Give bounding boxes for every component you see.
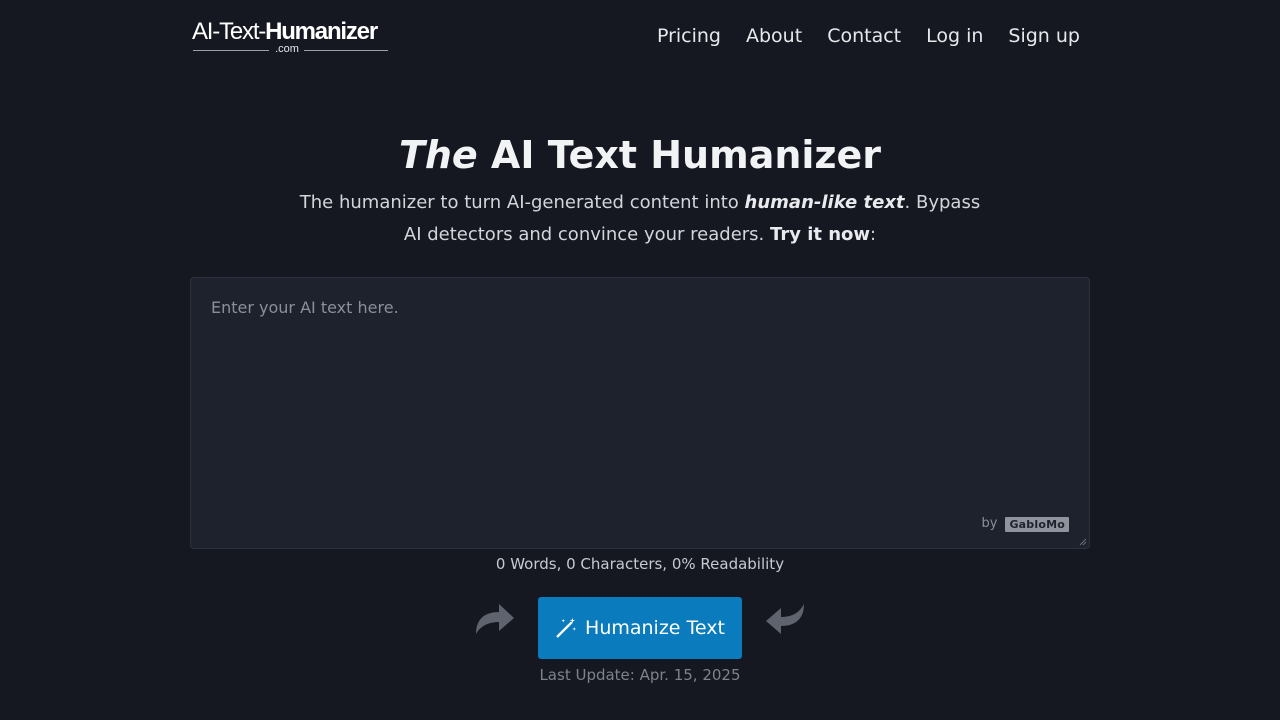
logo-rule-left <box>193 50 269 51</box>
subtitle-part1: The humanizer to turn AI-generated conte… <box>299 192 745 213</box>
site-header: AI-Text-Humanizer .com Pricing About Con… <box>0 0 1280 72</box>
gablomo-logo: GabloMo <box>1005 516 1069 532</box>
logo-domain: .com <box>275 43 299 55</box>
resize-handle-icon[interactable] <box>1079 538 1087 546</box>
nav-login[interactable]: Log in <box>926 22 983 50</box>
humanize-button-label: Humanize Text <box>585 617 725 639</box>
nav-pricing[interactable]: Pricing <box>657 22 721 50</box>
nav-signup[interactable]: Sign up <box>1008 22 1080 50</box>
last-update: Last Update: Apr. 15, 2025 <box>539 666 741 684</box>
nav-about[interactable]: About <box>746 22 802 50</box>
page-subtitle: The humanizer to turn AI-generated conte… <box>290 187 990 251</box>
ai-text-input[interactable] <box>191 278 1089 548</box>
title-rest: AI Text Humanizer <box>477 133 882 177</box>
attribution[interactable]: by GabloMo <box>981 516 1069 532</box>
subtitle-emphasis: human-like text <box>744 192 905 213</box>
logo-text-part2: Humanizer <box>265 18 378 45</box>
logo-rule-right <box>304 50 388 51</box>
curved-arrow-left-icon <box>766 604 804 634</box>
page-title: The AI Text Humanizer <box>0 130 1280 180</box>
nav-contact[interactable]: Contact <box>827 22 901 50</box>
text-stats: 0 Words, 0 Characters, 0% Readability <box>495 555 785 573</box>
ai-text-editor: by GabloMo <box>190 277 1090 549</box>
subtitle-end: : <box>870 224 877 245</box>
page: AI-Text-Humanizer .com Pricing About Con… <box>0 0 1280 720</box>
logo[interactable]: AI-Text-Humanizer .com <box>192 18 390 56</box>
curved-arrow-right-icon <box>476 604 514 634</box>
humanize-button[interactable]: Humanize Text <box>538 597 742 659</box>
logo-text-part1: AI-Text- <box>192 18 266 45</box>
logo-wordmark: AI-Text-Humanizer <box>192 18 378 46</box>
subtitle-cta: Try it now <box>770 224 871 245</box>
magic-wand-icon <box>556 617 577 638</box>
title-italic: The <box>398 133 478 177</box>
main-nav: Pricing About Contact Log in Sign up <box>657 22 1080 50</box>
attribution-label: by <box>981 516 998 531</box>
